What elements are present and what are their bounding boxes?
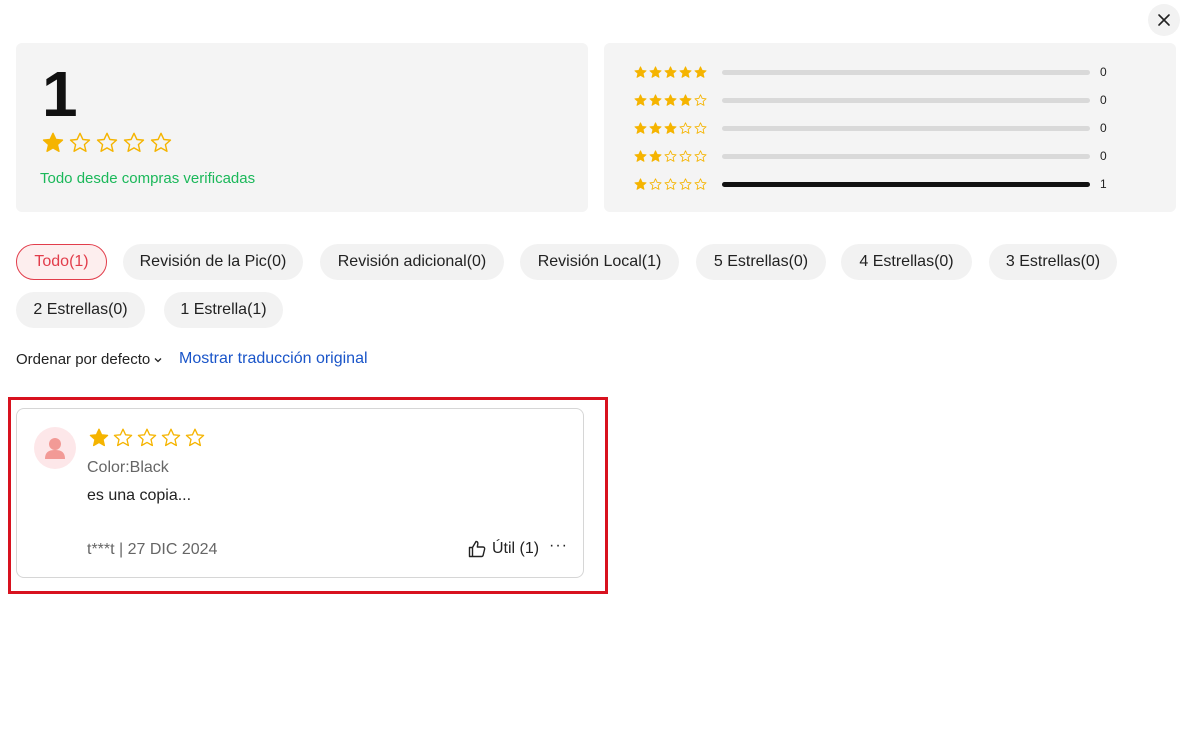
distribution-stars: [634, 177, 720, 191]
review-author-date: t***t | 27 DIC 2024: [87, 541, 218, 558]
filter-chip[interactable]: Revisión de la Pic(0): [123, 244, 303, 280]
star-empty-icon: [161, 428, 181, 447]
distribution-stars: [634, 149, 720, 163]
star-filled-icon: [649, 121, 662, 134]
star-empty-icon: [664, 149, 677, 162]
star-empty-icon: [694, 149, 707, 162]
helpful-label: Útil (1): [492, 540, 540, 557]
distribution-bar: [722, 97, 1090, 103]
more-options-button[interactable]: ···: [549, 537, 568, 555]
thumbs-up-icon: [468, 540, 486, 558]
star-empty-icon: [123, 132, 145, 152]
filter-chip[interactable]: Todo(1): [16, 244, 107, 280]
star-filled-icon: [634, 65, 647, 78]
star-filled-icon: [649, 93, 662, 106]
distribution-stars: [634, 121, 720, 135]
star-empty-icon: [150, 132, 172, 152]
star-filled-icon: [694, 65, 707, 78]
distribution-count: 0: [1100, 121, 1107, 135]
close-icon: [1158, 14, 1170, 26]
filter-chip[interactable]: 1 Estrella(1): [164, 292, 283, 328]
review-variant: Color:Black: [87, 459, 169, 476]
star-empty-icon: [96, 132, 118, 152]
distribution-row-2-stars: 0: [634, 149, 1107, 163]
show-original-translation-link[interactable]: Mostrar traducción original: [179, 350, 368, 368]
star-empty-icon: [113, 428, 133, 447]
sort-label: Ordenar por defecto: [16, 351, 151, 368]
review-card: Color:Black es una copia... t***t | 27 D…: [16, 408, 584, 578]
filter-chip[interactable]: 5 Estrellas(0): [696, 244, 826, 280]
verified-purchases-note: Todo desde compras verificadas: [40, 170, 256, 187]
filter-chip[interactable]: 3 Estrellas(0): [989, 244, 1117, 280]
helpful-button[interactable]: Útil (1): [467, 539, 539, 559]
star-empty-icon: [664, 177, 677, 190]
sort-dropdown[interactable]: Ordenar por defecto: [16, 351, 163, 368]
filter-chip[interactable]: 2 Estrellas(0): [16, 292, 145, 328]
star-filled-icon: [679, 93, 692, 106]
distribution-row-1-stars: 1: [634, 177, 1107, 191]
star-filled-icon: [634, 149, 647, 162]
star-empty-icon: [679, 121, 692, 134]
distribution-count: 0: [1100, 65, 1107, 79]
star-filled-icon: [42, 132, 64, 152]
star-empty-icon: [185, 428, 205, 447]
rating-distribution-panel: 0 0 0 0 1: [604, 43, 1176, 212]
star-filled-icon: [664, 65, 677, 78]
star-empty-icon: [679, 149, 692, 162]
filter-chip[interactable]: 4 Estrellas(0): [841, 244, 972, 280]
distribution-row-4-stars: 0: [634, 93, 1107, 107]
star-empty-icon: [649, 177, 662, 190]
chevron-down-icon: [154, 357, 162, 362]
distribution-stars: [634, 65, 720, 79]
distribution-count: 1: [1100, 177, 1107, 191]
distribution-bar: [722, 125, 1090, 131]
star-filled-icon: [664, 121, 677, 134]
star-filled-icon: [634, 93, 647, 106]
star-empty-icon: [679, 177, 692, 190]
star-empty-icon: [694, 93, 707, 106]
summary-stars: [42, 132, 172, 154]
filter-chip[interactable]: Revisión adicional(0): [320, 244, 504, 280]
distribution-count: 0: [1100, 149, 1107, 163]
rating-summary-panel: 1 Todo desde compras verificadas: [16, 43, 588, 212]
star-filled-icon: [649, 65, 662, 78]
star-empty-icon: [694, 121, 707, 134]
distribution-row-5-stars: 0: [634, 65, 1107, 79]
review-stars: [89, 428, 205, 448]
average-score: 1: [42, 58, 78, 130]
star-filled-icon: [634, 177, 647, 190]
user-avatar-icon: [34, 427, 76, 469]
star-filled-icon: [649, 149, 662, 162]
star-filled-icon: [89, 428, 109, 447]
distribution-count: 0: [1100, 93, 1107, 107]
star-filled-icon: [634, 121, 647, 134]
filter-chip[interactable]: Revisión Local(1): [520, 244, 679, 280]
star-empty-icon: [137, 428, 157, 447]
close-button[interactable]: [1148, 4, 1180, 36]
star-filled-icon: [679, 65, 692, 78]
distribution-stars: [634, 93, 720, 107]
distribution-bar: [722, 181, 1090, 187]
distribution-bar-fill: [722, 181, 1090, 187]
star-filled-icon: [664, 93, 677, 106]
distribution-bar: [722, 153, 1090, 159]
review-text: es una copia...: [87, 487, 192, 504]
distribution-bar: [722, 69, 1090, 75]
star-empty-icon: [694, 177, 707, 190]
distribution-row-3-stars: 0: [634, 121, 1107, 135]
star-empty-icon: [69, 132, 91, 152]
